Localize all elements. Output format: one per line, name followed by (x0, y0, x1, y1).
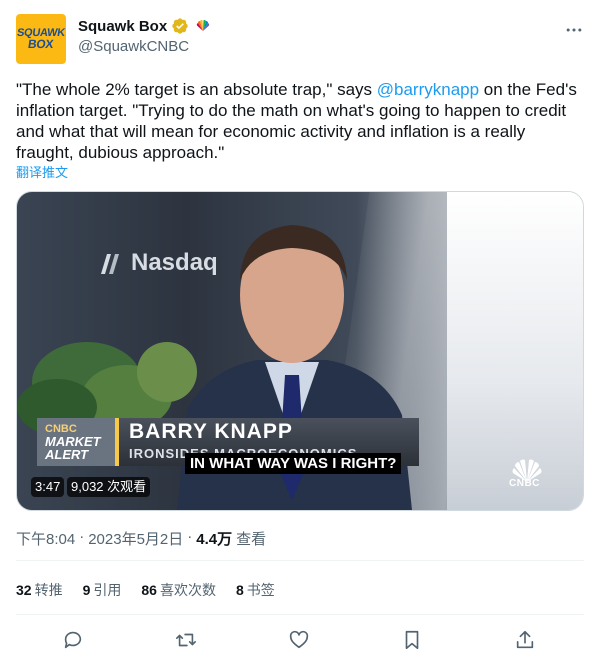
likes-count: 86 (141, 582, 157, 598)
retweets-stat[interactable]: 32 转推 (16, 580, 63, 600)
action-bar (0, 625, 600, 655)
divider (16, 614, 584, 615)
retweets-label: 转推 (34, 582, 63, 598)
avatar[interactable]: SQUAWK BOX (16, 14, 66, 64)
quotes-stat[interactable]: 9 引用 (83, 580, 122, 600)
guest-name: BARRY KNAPP (129, 420, 293, 443)
retweet-icon[interactable] (175, 629, 197, 651)
reply-icon[interactable] (62, 629, 84, 651)
quotes-count: 9 (82, 582, 91, 598)
more-icon[interactable] (564, 20, 584, 40)
video-duration: 3:47 (31, 477, 65, 497)
mention-link[interactable]: @barryknapp (377, 80, 479, 99)
avatar-text-line2: BOX (27, 37, 55, 51)
author-name[interactable]: Squawk Box (78, 18, 167, 35)
engagement-stats: 32 转推 9 引用 86 喜欢次数 8 书签 (16, 580, 275, 600)
verified-badge-icon[interactable] (171, 17, 189, 35)
tweet-text-part1: "The whole 2% target is an absolute trap… (16, 80, 377, 99)
author-handle[interactable]: @SquawkCNBC (78, 38, 189, 55)
bookmarks-label: 书签 (246, 582, 275, 598)
tweet-text: "The whole 2% target is an absolute trap… (16, 79, 586, 163)
meta-separator: · (79, 528, 85, 545)
author-name-row: Squawk Box (78, 17, 211, 35)
nasdaq-logo-icon (101, 254, 119, 274)
quotes-label: 引用 (93, 582, 122, 598)
bookmarks-stat[interactable]: 8 书签 (236, 580, 275, 600)
retweets-count: 32 (16, 582, 32, 598)
cnbc-logo-text: CNBC (509, 478, 540, 489)
video-player[interactable]: Nasdaq CNBC MARKET ALERT BARRY KNAPP IRO… (16, 191, 584, 511)
like-icon[interactable] (288, 629, 310, 651)
tweet-meta: 下午8:04 · 2023年5月2日 · 4.4万 查看 (16, 528, 266, 549)
translate-link[interactable]: 翻译推文 (16, 162, 68, 181)
tweet: SQUAWK BOX Squawk Box @SquawkCNBC "The w… (0, 0, 600, 662)
post-time[interactable]: 下午8:04 (16, 528, 75, 549)
share-icon[interactable] (514, 629, 536, 651)
badge-line3: ALERT (45, 447, 89, 462)
view-count: 4.4万 (196, 531, 233, 548)
post-date[interactable]: 2023年5月2日 (88, 528, 183, 549)
bookmark-icon[interactable] (401, 629, 423, 651)
video-caption: IN WHAT WAY WAS I RIGHT? (185, 453, 402, 474)
likes-stat[interactable]: 86 喜欢次数 (141, 580, 216, 600)
cnbc-peacock-icon[interactable] (195, 20, 211, 32)
bookmarks-count: 8 (235, 582, 244, 598)
divider (16, 560, 584, 561)
meta-separator: · (187, 528, 193, 545)
market-alert-badge: CNBC MARKET ALERT (37, 418, 115, 466)
view-label: 查看 (236, 531, 267, 548)
video-view-count: 9,032 次观看 (67, 477, 151, 497)
likes-label: 喜欢次数 (159, 582, 216, 598)
